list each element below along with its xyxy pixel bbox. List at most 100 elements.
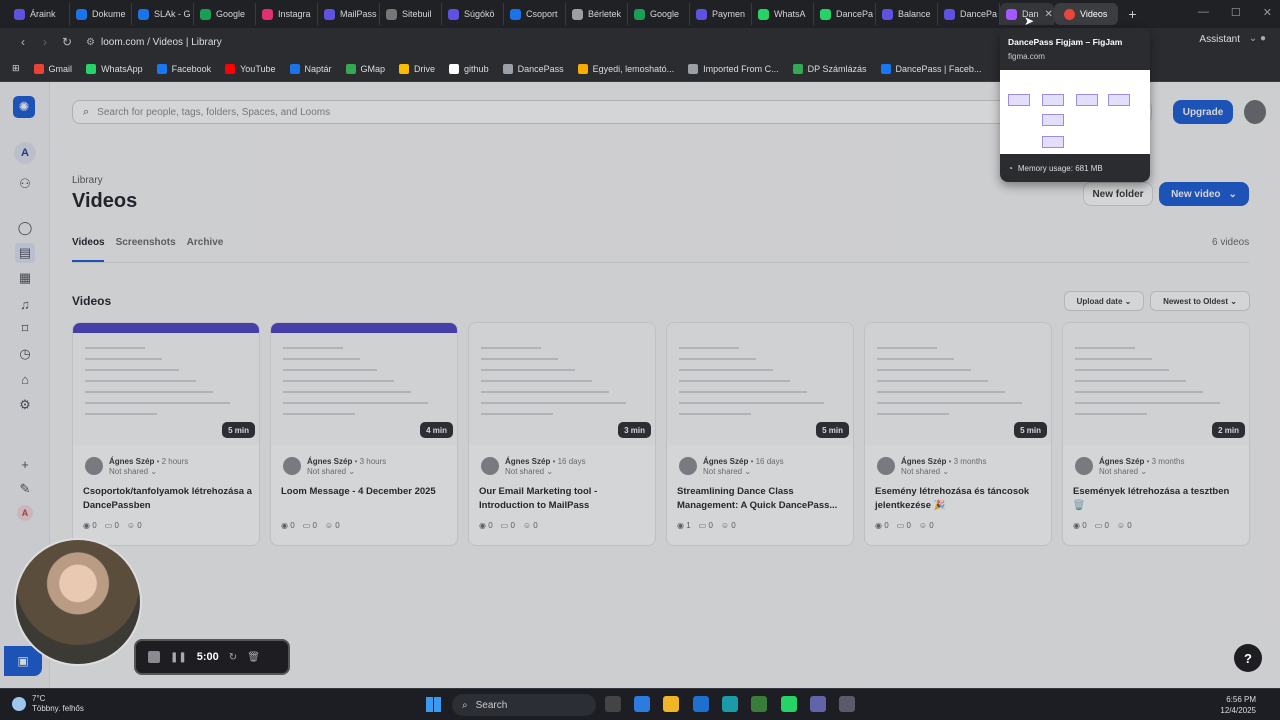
- copilot-icon[interactable]: [634, 696, 650, 712]
- sort-field-select[interactable]: Upload date ⌄: [1064, 291, 1144, 311]
- system-clock[interactable]: 6:56 PM 12/4/2025: [1220, 694, 1256, 716]
- user-avatar[interactable]: [1244, 100, 1266, 124]
- new-video-button[interactable]: New video ⌄: [1159, 182, 1249, 206]
- webcam-bubble[interactable]: [14, 538, 142, 666]
- new-tab-button[interactable]: +: [1128, 6, 1136, 22]
- browser-tab[interactable]: Instagra: [256, 3, 318, 25]
- whatsapp-icon[interactable]: [781, 696, 797, 712]
- settings-gear-icon[interactable]: ⚙: [15, 395, 35, 415]
- tab-videos[interactable]: Videos: [72, 237, 105, 248]
- video-thumbnail[interactable]: 5 min: [667, 323, 853, 445]
- invite-user-icon[interactable]: ⚇: [15, 174, 35, 194]
- share-status[interactable]: Not shared ⌄: [109, 467, 157, 476]
- windows-start-icon[interactable]: [426, 697, 441, 712]
- browser-tab[interactable]: Bérletek: [566, 3, 628, 25]
- video-card[interactable]: 5 min Ágnes Szép • 16 days Not shared ⌄ Str…: [666, 322, 854, 546]
- trash-icon[interactable]: 🗑: [247, 652, 260, 663]
- browser-tab[interactable]: Paymen: [690, 3, 752, 25]
- profile-menu-icon[interactable]: ⌄ ●: [1249, 33, 1266, 44]
- gift-icon[interactable]: ⌂: [15, 369, 35, 389]
- edge-icon[interactable]: [722, 696, 738, 712]
- browser-tab[interactable]: Csoport: [504, 3, 566, 25]
- bookmark-item[interactable]: Egyedi, lemosható...: [577, 63, 674, 74]
- history-icon[interactable]: ◷: [15, 344, 35, 364]
- taskbar-search[interactable]: ⌕ Search: [452, 694, 596, 716]
- video-thumbnail[interactable]: 5 min: [73, 323, 259, 445]
- browser-tab[interactable]: Dokume: [70, 3, 132, 25]
- bookmark-item[interactable]: Facebook: [156, 63, 211, 74]
- upgrade-button[interactable]: Upgrade: [1173, 100, 1233, 124]
- bookmark-item[interactable]: WhatsApp: [86, 63, 143, 74]
- share-status[interactable]: Not shared ⌄: [307, 467, 355, 476]
- browser-tab[interactable]: Sitebuil: [380, 3, 442, 25]
- video-title[interactable]: Streamlining Dance Class Management: A Q…: [677, 485, 847, 513]
- video-title[interactable]: Esemény létrehozása és táncosok jelentke…: [875, 485, 1045, 513]
- calculator-icon[interactable]: [839, 696, 855, 712]
- video-title[interactable]: Csoportok/tanfolyamok létrehozása a Danc…: [83, 485, 253, 513]
- teams-icon[interactable]: [810, 696, 826, 712]
- browser-tab[interactable]: SLAk - G: [132, 3, 194, 25]
- video-title[interactable]: Loom Message - 4 December 2025: [281, 485, 451, 499]
- video-card[interactable]: 2 min Ágnes Szép • 3 months Not shared ⌄ Es…: [1062, 322, 1250, 546]
- profile-icon[interactable]: ◯: [15, 218, 35, 238]
- browser-tab[interactable]: Google: [628, 3, 690, 25]
- help-button[interactable]: ?: [1234, 644, 1262, 672]
- close-tab-icon[interactable]: ✕: [1045, 9, 1053, 20]
- browser-tab[interactable]: DancePa: [938, 3, 1000, 25]
- library-icon[interactable]: ▤: [15, 243, 35, 263]
- restart-icon[interactable]: ↻: [229, 652, 237, 663]
- bookmark-item[interactable]: Naptár: [289, 63, 332, 74]
- stop-icon[interactable]: [148, 651, 160, 663]
- notepad-icon[interactable]: [751, 696, 767, 712]
- search-input[interactable]: ⌕ Search for people, tags, folders, Spac…: [72, 100, 1152, 124]
- share-status[interactable]: Not shared ⌄: [901, 467, 949, 476]
- video-thumbnail[interactable]: 2 min: [1063, 323, 1249, 445]
- task-view-icon[interactable]: [605, 696, 621, 712]
- assistant-button[interactable]: Assistant: [1199, 34, 1240, 45]
- browser-tab[interactable]: DancePa: [814, 3, 876, 25]
- site-info-icon[interactable]: ⚙: [86, 37, 95, 48]
- video-card[interactable]: 5 min Ágnes Szép • 2 hours Not shared ⌄ Cso…: [72, 322, 260, 546]
- breadcrumb[interactable]: Library: [72, 175, 103, 186]
- video-card[interactable]: 4 min Ágnes Szép • 3 hours Not shared ⌄ Loo…: [270, 322, 458, 546]
- apps-grid-icon[interactable]: ⊞: [12, 63, 20, 74]
- share-status[interactable]: Not shared ⌄: [703, 467, 751, 476]
- close-window-icon[interactable]: ✕: [1263, 6, 1272, 19]
- video-title[interactable]: Események létrehozása a tesztben 🗑️: [1073, 485, 1243, 513]
- user-avatar-small[interactable]: A: [17, 505, 33, 521]
- bookmark-item[interactable]: DancePass: [502, 63, 564, 74]
- bookmark-item[interactable]: GMap: [345, 63, 385, 74]
- vscode-icon[interactable]: [693, 696, 709, 712]
- weather-widget[interactable]: 7°C Többny. felhős: [12, 694, 84, 714]
- bookmark-item[interactable]: DP Számlázás: [792, 63, 867, 74]
- share-status[interactable]: Not shared ⌄: [1099, 467, 1147, 476]
- bookmark-item[interactable]: Gmail: [33, 63, 72, 74]
- browser-tab[interactable]: Google: [194, 3, 256, 25]
- pen-icon[interactable]: ✎: [15, 479, 35, 499]
- tab-archive[interactable]: Archive: [187, 237, 224, 248]
- browser-tab[interactable]: WhatsA: [752, 3, 814, 25]
- video-thumbnail[interactable]: 4 min: [271, 323, 457, 445]
- maximize-icon[interactable]: ☐: [1231, 6, 1241, 19]
- bookmark-item[interactable]: YouTube: [225, 63, 276, 74]
- back-icon[interactable]: ‹: [12, 35, 34, 49]
- browser-tab[interactable]: Súgókö: [442, 3, 504, 25]
- address-bar[interactable]: ⚙ loom.com / Videos | Library: [86, 31, 1136, 53]
- sort-order-select[interactable]: Newest to Oldest ⌄: [1150, 291, 1250, 311]
- browser-tab[interactable]: Áraink: [8, 3, 70, 25]
- video-title[interactable]: Our Email Marketing tool - Introduction …: [479, 485, 649, 513]
- reload-icon[interactable]: ↻: [56, 35, 78, 49]
- bookmark-item[interactable]: DancePass | Faceb...: [880, 63, 981, 74]
- workspace-avatar[interactable]: A: [14, 142, 36, 164]
- bookmark-item[interactable]: Imported From C...: [688, 63, 779, 74]
- tab-screenshots[interactable]: Screenshots: [116, 237, 176, 248]
- new-folder-button[interactable]: New folder: [1083, 182, 1153, 206]
- add-icon[interactable]: +: [15, 454, 35, 474]
- calendar-icon[interactable]: ▦: [15, 268, 35, 288]
- bookmark-item[interactable]: github: [449, 63, 489, 74]
- bookmark-item[interactable]: Drive: [399, 63, 435, 74]
- loom-logo-icon[interactable]: ✺: [13, 96, 35, 118]
- forward-icon[interactable]: ›: [34, 35, 56, 49]
- share-status[interactable]: Not shared ⌄: [505, 467, 553, 476]
- browser-tab[interactable]: MailPass: [318, 3, 380, 25]
